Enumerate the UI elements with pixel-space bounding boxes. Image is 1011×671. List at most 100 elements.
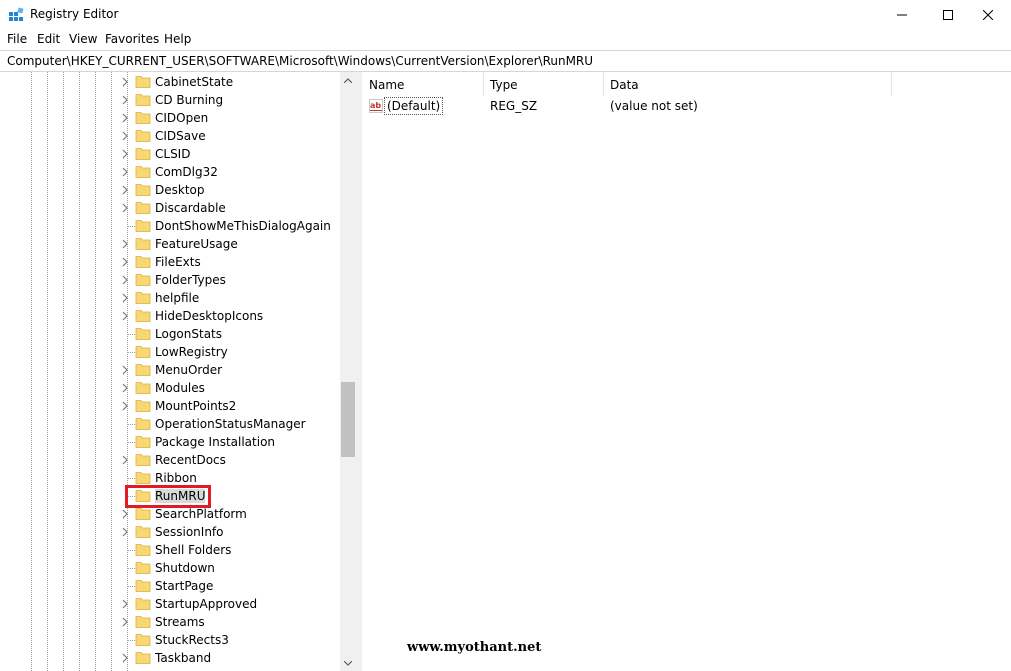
chevron-right-icon[interactable]: [120, 149, 130, 159]
tree-node[interactable]: FolderTypes: [0, 271, 340, 289]
tree-node[interactable]: StartPage: [0, 577, 340, 595]
tree-node[interactable]: CabinetState: [0, 73, 340, 91]
menu-file[interactable]: File: [7, 32, 27, 46]
tree-node[interactable]: HideDesktopIcons: [0, 307, 340, 325]
tree-node[interactable]: Taskband: [0, 649, 340, 667]
tree-branch-line: [127, 334, 135, 335]
chevron-right-icon[interactable]: [120, 257, 130, 267]
menu-edit[interactable]: Edit: [37, 32, 60, 46]
folder-icon: [135, 274, 151, 286]
chevron-right-icon[interactable]: [120, 167, 130, 177]
tree-node[interactable]: helpfile: [0, 289, 340, 307]
tree-node[interactable]: Shell Folders: [0, 541, 340, 559]
menu-bar: File Edit View Favorites Help: [0, 30, 1011, 50]
chevron-right-icon[interactable]: [120, 131, 130, 141]
tree-branch-line: [127, 424, 135, 425]
key-tree[interactable]: CabinetState CD Burning CIDOpen CIDSave CLSI…: [0, 72, 356, 671]
chevron-right-icon[interactable]: [120, 365, 130, 375]
tree-node[interactable]: OperationStatusManager: [0, 415, 340, 433]
tree-node[interactable]: CLSID: [0, 145, 340, 163]
tree-branch-line: [127, 442, 135, 443]
chevron-right-icon[interactable]: [120, 311, 130, 321]
folder-icon: [135, 400, 151, 412]
tree-node[interactable]: MountPoints2: [0, 397, 340, 415]
window-title: Registry Editor: [30, 7, 119, 21]
menu-favorites[interactable]: Favorites: [105, 32, 159, 46]
address-bar[interactable]: Computer\HKEY_CURRENT_USER\SOFTWARE\Micr…: [0, 50, 1011, 72]
tree-node[interactable]: Streams: [0, 613, 340, 631]
chevron-right-icon[interactable]: [120, 239, 130, 249]
tree-node[interactable]: ComDlg32: [0, 163, 340, 181]
chevron-right-icon[interactable]: [120, 113, 130, 123]
folder-icon: [135, 166, 151, 178]
column-header-data[interactable]: Data: [603, 72, 891, 96]
scroll-thumb[interactable]: [341, 382, 355, 457]
chevron-right-icon[interactable]: [120, 509, 130, 519]
chevron-right-icon[interactable]: [120, 275, 130, 285]
tree-scrollbar[interactable]: [340, 72, 356, 671]
tree-branch-line: [127, 478, 135, 479]
column-header-type[interactable]: Type: [483, 72, 603, 96]
tree-node-label: RecentDocs: [155, 453, 226, 467]
value-type: REG_SZ: [490, 99, 538, 113]
tree-node-label: Shutdown: [155, 561, 215, 575]
tree-node[interactable]: CIDOpen: [0, 109, 340, 127]
tree-node[interactable]: LogonStats: [0, 325, 340, 343]
chevron-right-icon[interactable]: [120, 95, 130, 105]
values-list[interactable]: Name Type Data ab (Default) REG_SZ (valu…: [362, 72, 1011, 671]
string-value-icon: ab: [369, 99, 383, 113]
tree-node-label: StuckRects3: [155, 633, 229, 647]
close-button[interactable]: [965, 0, 1011, 30]
scroll-down-button[interactable]: [340, 655, 356, 671]
tree-node[interactable]: LowRegistry: [0, 343, 340, 361]
tree-node-label: LowRegistry: [155, 345, 228, 359]
chevron-right-icon[interactable]: [120, 455, 130, 465]
folder-icon: [135, 526, 151, 538]
tree-node[interactable]: Modules: [0, 379, 340, 397]
chevron-right-icon[interactable]: [120, 293, 130, 303]
tree-node[interactable]: RecentDocs: [0, 451, 340, 469]
folder-icon: [135, 292, 151, 304]
folder-icon: [135, 436, 151, 448]
tree-node[interactable]: MenuOrder: [0, 361, 340, 379]
menu-view[interactable]: View: [69, 32, 97, 46]
folder-icon: [135, 472, 151, 484]
tree-node[interactable]: SessionInfo: [0, 523, 340, 541]
chevron-right-icon[interactable]: [120, 617, 130, 627]
chevron-right-icon[interactable]: [120, 185, 130, 195]
tree-node-label: StartPage: [155, 579, 214, 593]
close-icon: [983, 10, 993, 20]
chevron-right-icon[interactable]: [120, 527, 130, 537]
tree-node[interactable]: Package Installation: [0, 433, 340, 451]
chevron-right-icon[interactable]: [120, 383, 130, 393]
tree-node[interactable]: StartupApproved: [0, 595, 340, 613]
tree-node[interactable]: Discardable: [0, 199, 340, 217]
column-header-name[interactable]: Name: [362, 72, 483, 96]
tree-node[interactable]: CIDSave: [0, 127, 340, 145]
title-bar: Registry Editor: [0, 0, 1011, 30]
menu-help[interactable]: Help: [164, 32, 191, 46]
tree-node[interactable]: DontShowMeThisDialogAgain: [0, 217, 340, 235]
value-row[interactable]: ab (Default) REG_SZ (value not set): [362, 96, 1011, 116]
tree-node[interactable]: FileExts: [0, 253, 340, 271]
column-separator[interactable]: [891, 72, 892, 96]
chevron-right-icon[interactable]: [120, 653, 130, 663]
tree-node[interactable]: FeatureUsage: [0, 235, 340, 253]
folder-icon: [135, 508, 151, 520]
tree-node-label: DontShowMeThisDialogAgain: [155, 219, 331, 233]
tree-branch-line: [127, 586, 135, 587]
tree-node[interactable]: Desktop: [0, 181, 340, 199]
tree-node-label: HideDesktopIcons: [155, 309, 264, 323]
tree-node-label: FileExts: [155, 255, 201, 269]
tree-node[interactable]: CD Burning: [0, 91, 340, 109]
chevron-right-icon[interactable]: [120, 77, 130, 87]
tree-node-label: SearchPlatform: [155, 507, 247, 521]
chevron-right-icon[interactable]: [120, 599, 130, 609]
tree-node[interactable]: StuckRects3: [0, 631, 340, 649]
tree-node[interactable]: Shutdown: [0, 559, 340, 577]
scroll-up-button[interactable]: [340, 72, 356, 88]
minimize-button[interactable]: [879, 0, 925, 30]
folder-icon: [135, 598, 151, 610]
chevron-right-icon[interactable]: [120, 203, 130, 213]
chevron-right-icon[interactable]: [120, 401, 130, 411]
